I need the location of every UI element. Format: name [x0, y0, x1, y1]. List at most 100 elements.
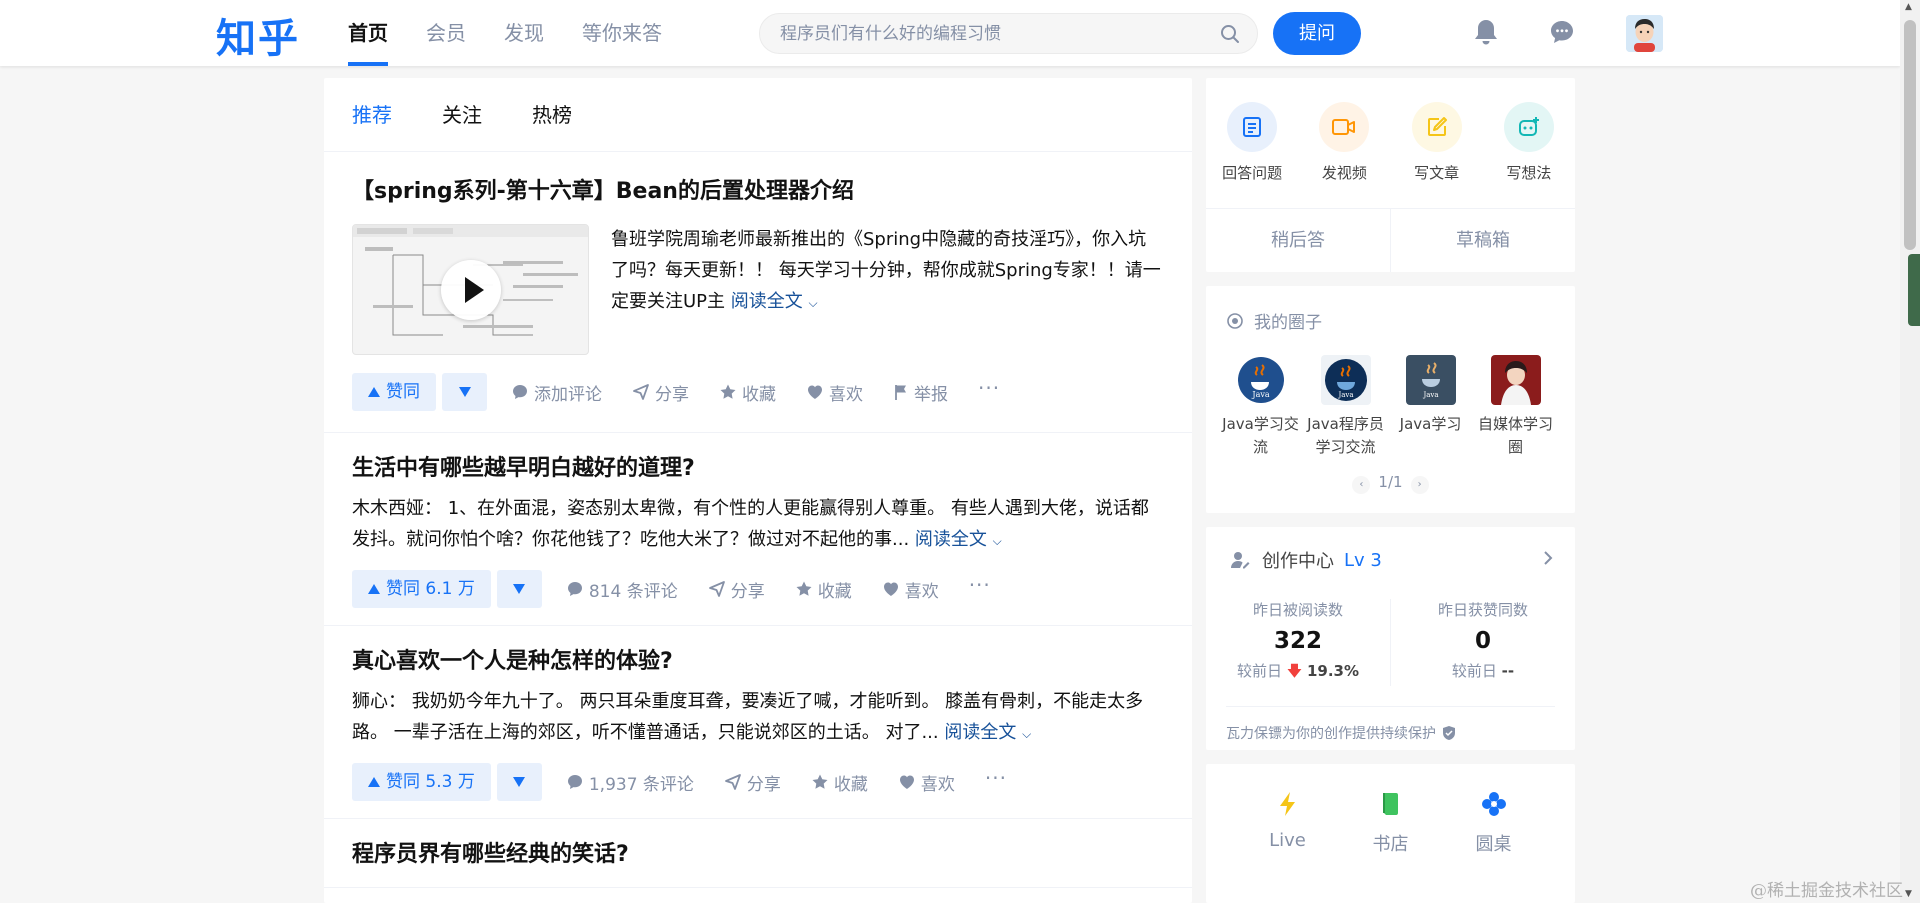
svg-text:Java: Java — [1337, 391, 1353, 399]
creation-center-header[interactable]: 创作中心 Lv 3 — [1206, 527, 1575, 573]
scroll-up-icon[interactable]: ▲ — [1905, 2, 1912, 12]
content-protection-note[interactable]: 瓦力保镖为你的创作提供持续保护 — [1226, 706, 1555, 743]
creation-center-title: 创作中心 — [1262, 551, 1334, 572]
post-video-button[interactable]: 发视频 — [1299, 102, 1389, 208]
side-widget-tab[interactable] — [1908, 254, 1920, 326]
self-media-circle-image — [1490, 355, 1541, 405]
chevron-right-icon[interactable] — [1543, 550, 1553, 571]
nav-discover[interactable]: 发现 — [504, 0, 544, 66]
upvote-button[interactable]: 赞同 — [352, 373, 436, 411]
downvote-button[interactable] — [442, 373, 487, 411]
page-scrollbar[interactable]: ▲ ▼ — [1900, 0, 1920, 903]
write-article-button[interactable]: 写文章 — [1392, 102, 1482, 208]
collect-button[interactable]: 收藏 — [795, 577, 852, 602]
upvote-label: 赞同 6.1 万 — [386, 579, 475, 599]
circle-item-java[interactable]: Java Java学习 — [1388, 355, 1473, 459]
search-icon[interactable] — [1219, 23, 1241, 49]
more-options-button[interactable]: ··· — [985, 768, 1007, 788]
share-button[interactable]: 分享 — [708, 577, 765, 602]
heart-icon — [808, 385, 822, 399]
more-options-button[interactable]: ··· — [969, 575, 991, 595]
scrollbar-thumb[interactable] — [1904, 20, 1916, 250]
card-title[interactable]: 真心喜欢一个人是种怎样的体验? — [352, 646, 1164, 678]
java-logo-icon: Java — [1320, 355, 1371, 405]
circles-title: 我的圈子 — [1254, 313, 1322, 333]
like-label: 喜欢 — [904, 581, 939, 602]
like-label: 喜欢 — [920, 774, 955, 795]
like-button[interactable]: 喜欢 — [806, 380, 863, 405]
circle-item-java-study[interactable]: Java Java学习交流 — [1218, 355, 1303, 459]
share-button[interactable]: 分享 — [724, 770, 781, 795]
read-more-link[interactable]: 阅读全文 ⌵ — [915, 529, 1002, 550]
like-label: 喜欢 — [829, 384, 863, 405]
collect-button[interactable]: 收藏 — [811, 770, 868, 795]
tab-follow[interactable]: 关注 — [442, 78, 482, 151]
more-options-button[interactable]: ··· — [978, 378, 1000, 398]
stat-reads[interactable]: 昨日被阅读数 322 较前日 🡇 19.3% — [1206, 599, 1390, 686]
stat-label: 昨日被阅读数 — [1252, 601, 1343, 619]
zhihu-logo[interactable]: 知乎 — [216, 6, 300, 64]
comment-button[interactable]: 1,937 条评论 — [566, 770, 694, 795]
ask-question-button[interactable]: 提问 — [1273, 12, 1361, 55]
write-idea-label: 写想法 — [1506, 164, 1552, 182]
collect-button[interactable]: 收藏 — [719, 380, 776, 405]
card-title[interactable]: 程序员界有哪些经典的笑话? — [352, 839, 1164, 871]
stat-label: 昨日获赞同数 — [1437, 601, 1528, 619]
message-icon[interactable] — [1549, 18, 1575, 50]
card-excerpt[interactable]: 狮心： 我奶奶今年九十了。 两只耳朵重度耳聋，要凑近了喊，才能听到。 膝盖有骨刺… — [352, 686, 1164, 750]
answer-later-button[interactable]: 稍后答 — [1206, 209, 1391, 272]
stat-upvotes[interactable]: 昨日获赞同数 0 较前日 -- — [1390, 599, 1575, 686]
like-button[interactable]: 喜欢 — [882, 577, 939, 602]
nav-home[interactable]: 首页 — [348, 0, 388, 66]
card-excerpt[interactable]: 鲁班学院周瑜老师最新推出的《Spring中隐藏的奇技淫巧》，你入坑了吗？每天更新… — [611, 224, 1164, 355]
nav-waiting[interactable]: 等你来答 — [582, 0, 662, 66]
search-input[interactable] — [760, 14, 1200, 53]
nav-vip[interactable]: 会员 — [426, 0, 466, 66]
idea-icon — [1503, 102, 1554, 152]
downvote-button[interactable] — [496, 763, 542, 801]
top-bar: 知乎 首页 会员 发现 等你来答 提问 — [0, 0, 1900, 66]
card-title[interactable]: 【spring系列-第十六章】Bean的后置处理器介绍 — [352, 176, 1164, 208]
read-more-link[interactable]: 阅读全文 ⌵ — [731, 291, 818, 312]
scroll-down-icon[interactable]: ▼ — [1905, 889, 1912, 899]
circle-target-icon — [1227, 312, 1243, 329]
stat-value: 322 — [1273, 628, 1322, 654]
read-more-label: 阅读全文 — [944, 722, 1017, 743]
user-avatar[interactable] — [1626, 15, 1663, 52]
card-title[interactable]: 生活中有哪些越早明白越好的道理? — [352, 453, 1164, 485]
drafts-button[interactable]: 草稿箱 — [1391, 209, 1575, 272]
collect-label: 收藏 — [742, 384, 776, 405]
triangle-up-icon — [368, 777, 380, 787]
creation-shortcuts-card: 回答问题 发视频 写文章 写想法 稍后答 草稿箱 — [1206, 78, 1575, 272]
roundtable-button[interactable]: 圆桌 — [1449, 790, 1539, 856]
play-icon[interactable] — [441, 260, 501, 320]
circle-item-java-programmer[interactable]: Java Java程序员学习交流 — [1303, 355, 1388, 459]
card-excerpt[interactable]: 木木西娅： 1、在外面混，姿态别太卑微，有个性的人更能赢得别人尊重。 有些人遇到… — [352, 493, 1164, 557]
upvote-button[interactable]: 赞同 6.1 万 — [352, 570, 491, 608]
video-thumbnail[interactable] — [352, 224, 589, 355]
comment-button[interactable]: 添加评论 — [511, 380, 602, 405]
comment-label: 814 条评论 — [588, 581, 678, 602]
circles-list: Java Java学习交流 Java Java程序员学习交流 Java Java… — [1206, 333, 1575, 459]
comment-button[interactable]: 814 条评论 — [566, 577, 678, 602]
write-idea-button[interactable]: 写想法 — [1484, 102, 1574, 208]
bell-icon[interactable] — [1473, 18, 1499, 50]
tab-recommend[interactable]: 推荐 — [352, 78, 392, 151]
upvote-button[interactable]: 赞同 5.3 万 — [352, 763, 491, 801]
feed-card: 真心喜欢一个人是种怎样的体验? 狮心： 我奶奶今年九十了。 两只耳朵重度耳聋，要… — [324, 626, 1192, 819]
triangle-down-icon — [513, 777, 526, 787]
roundtable-icon — [1481, 792, 1506, 816]
read-more-link[interactable]: 阅读全文 ⌵ — [944, 722, 1031, 743]
like-button[interactable]: 喜欢 — [898, 770, 955, 795]
answer-question-button[interactable]: 回答问题 — [1207, 102, 1297, 208]
next-page-icon[interactable]: › — [1410, 476, 1429, 494]
circle-item-self-media[interactable]: 自媒体学习圈 — [1473, 355, 1558, 459]
downvote-button[interactable] — [496, 570, 542, 608]
share-label: 分享 — [746, 774, 781, 795]
bookstore-button[interactable]: 书店 — [1346, 790, 1436, 856]
share-button[interactable]: 分享 — [632, 380, 689, 405]
live-button[interactable]: Live — [1243, 790, 1333, 856]
tab-hot[interactable]: 热榜 — [532, 78, 572, 151]
prev-page-icon[interactable]: ‹ — [1352, 476, 1371, 494]
report-button[interactable]: 举报 — [893, 380, 948, 405]
